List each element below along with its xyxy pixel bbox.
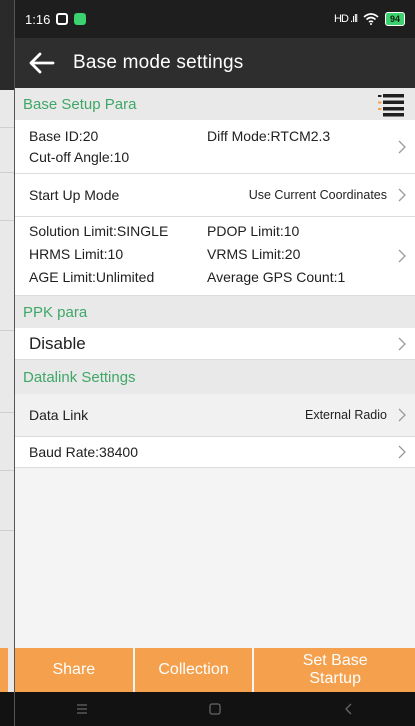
ppk-value: Disable — [29, 333, 86, 353]
previous-screen-strip — [0, 0, 14, 726]
menu-icon[interactable] — [74, 701, 90, 717]
baud-rate-row[interactable]: Baud Rate:38400 — [15, 437, 415, 468]
menu-list-icon[interactable] — [377, 93, 405, 117]
data-link-row[interactable]: Data Link External Radio — [15, 394, 415, 437]
age-limit-value: AGE Limit:Unlimited — [29, 269, 155, 285]
chevron-right-icon — [398, 188, 406, 202]
back-nav-icon[interactable] — [341, 701, 357, 717]
baud-rate-value: Baud Rate:38400 — [29, 444, 138, 460]
set-base-startup-button[interactable]: Set Base Startup — [254, 648, 415, 692]
limits-row[interactable]: Solution Limit:SINGLE PDOP Limit:10 HRMS… — [15, 217, 415, 296]
base-setup-header: Base Setup Para — [15, 88, 415, 120]
chevron-right-icon — [398, 140, 406, 153]
vrms-limit-value: VRMS Limit:20 — [207, 246, 301, 262]
app-notification-icon — [74, 13, 87, 25]
home-icon[interactable] — [207, 701, 223, 717]
wifi-icon — [363, 13, 379, 25]
data-link-label: Data Link — [29, 407, 89, 423]
base-setup-header-label: Base Setup Para — [23, 95, 137, 113]
cutoff-angle-value: Cut-off Angle:10 — [29, 148, 130, 165]
data-link-value: External Radio — [305, 408, 387, 422]
startup-mode-row[interactable]: Start Up Mode Use Current Coordinates — [15, 174, 415, 217]
chevron-right-icon — [398, 408, 406, 422]
chevron-right-icon — [398, 249, 406, 263]
hrms-limit-value: HRMS Limit:10 — [29, 246, 124, 262]
chevron-right-icon — [398, 337, 406, 350]
status-time: 1:16 — [25, 11, 51, 27]
system-nav-bar — [15, 692, 415, 726]
startup-mode-label: Start Up Mode — [29, 187, 120, 203]
pdop-limit-value: PDOP Limit:10 — [207, 223, 300, 239]
base-mode-settings-screen: 1:16 HD .ıll 94 Base mode settings Base … — [14, 0, 415, 726]
ppk-row[interactable]: Disable — [15, 328, 415, 360]
app-bar: Base mode settings — [15, 38, 415, 88]
share-button[interactable]: Share — [15, 648, 133, 692]
collection-button[interactable]: Collection — [134, 648, 253, 692]
page-title: Base mode settings — [73, 52, 244, 73]
datalink-header-label: Datalink Settings — [23, 368, 136, 386]
ppk-header-label: PPK para — [23, 303, 88, 321]
diff-mode-value: Diff Mode:RTCM2.3 — [207, 128, 331, 144]
chevron-right-icon — [398, 445, 406, 459]
ppk-header: PPK para — [15, 296, 415, 328]
solution-limit-value: Solution Limit:SINGLE — [29, 223, 169, 239]
average-gps-count-value: Average GPS Count:1 — [207, 269, 346, 285]
startup-mode-value: Use Current Coordinates — [248, 188, 387, 202]
battery-icon: 94 — [384, 12, 405, 26]
base-id-value: Base ID:20 — [29, 128, 99, 144]
bottom-action-bar: Share Collection Set Base Startup — [15, 648, 415, 692]
signal-icon: HD .ıll — [334, 13, 358, 25]
back-arrow-icon[interactable] — [27, 48, 57, 78]
base-id-row[interactable]: Base ID:20 Diff Mode:RTCM2.3 Cut-off Ang… — [15, 120, 415, 174]
datalink-header: Datalink Settings — [15, 360, 415, 394]
notification-icon — [56, 13, 69, 25]
status-bar: 1:16 HD .ıll 94 — [15, 0, 415, 38]
